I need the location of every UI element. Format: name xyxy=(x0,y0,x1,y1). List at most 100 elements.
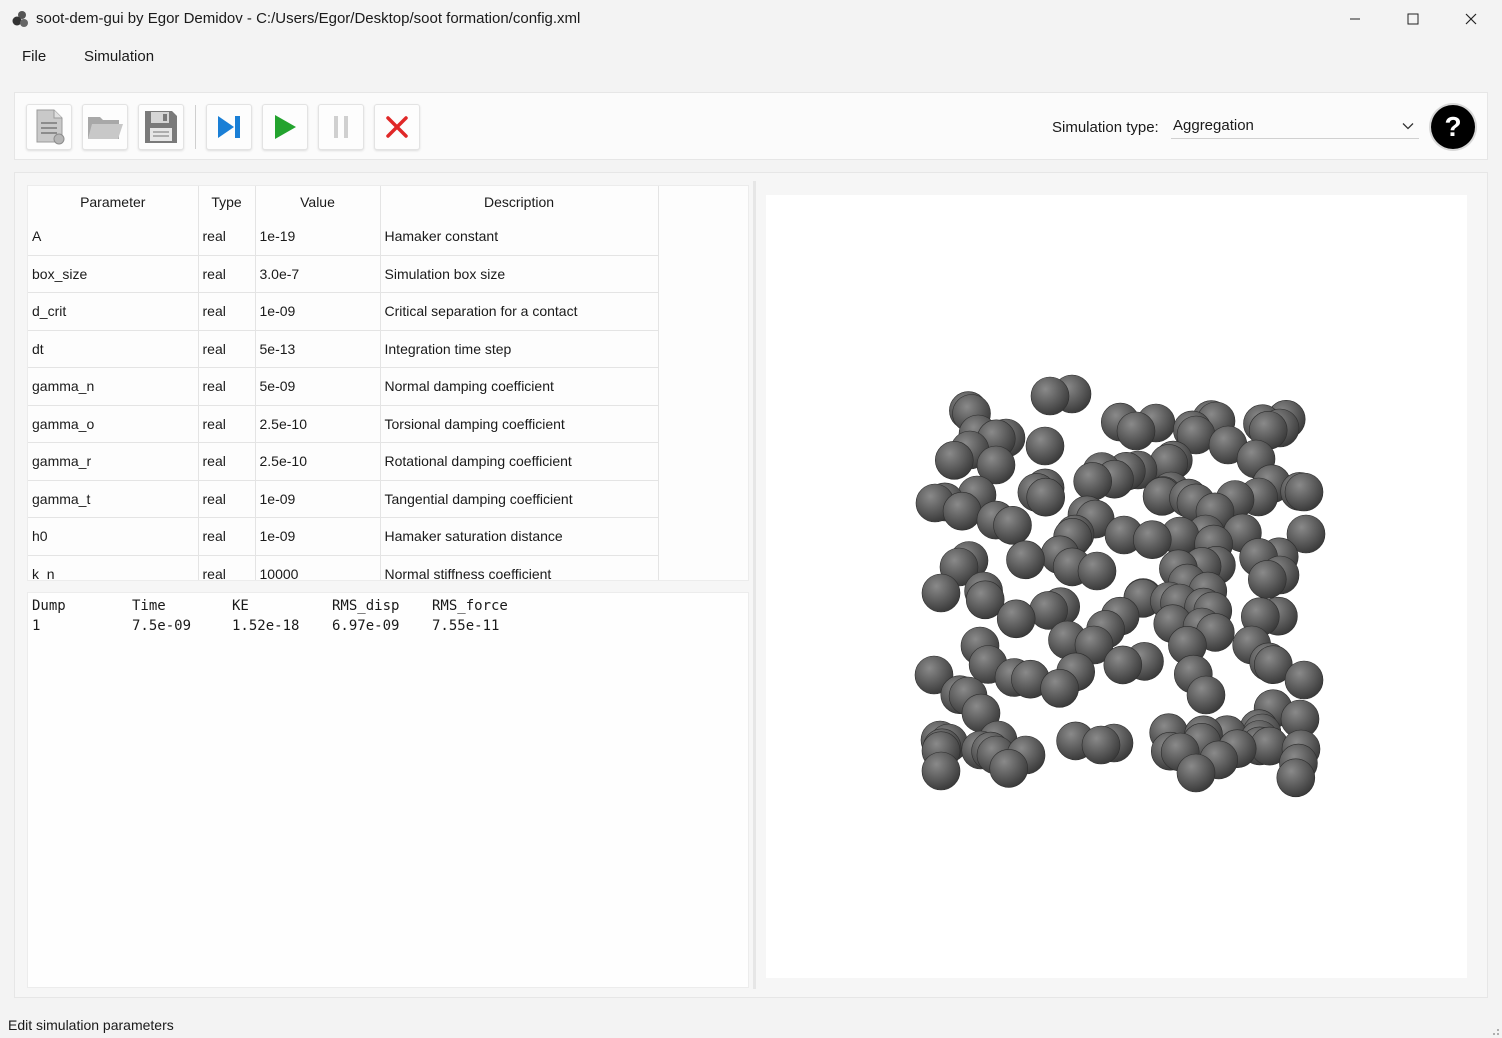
particle-group xyxy=(914,374,1326,798)
resize-grip-icon[interactable] xyxy=(1488,1024,1500,1036)
chevron-down-icon xyxy=(1402,123,1414,130)
param-value-cell[interactable]: 1e-09 xyxy=(255,292,381,331)
param-name-cell[interactable]: gamma_t xyxy=(28,480,199,518)
play-button[interactable] xyxy=(262,104,308,150)
param-description-cell[interactable]: Simulation box size xyxy=(380,255,659,293)
pause-button[interactable] xyxy=(318,104,364,150)
stop-button[interactable] xyxy=(374,104,420,150)
particle xyxy=(942,491,982,531)
param-description-cell[interactable]: Hamaker constant xyxy=(380,218,659,256)
log-rms-force-cell: 7.55e-11 xyxy=(432,618,500,634)
table-row[interactable]: gamma_t real 1e-09 Tangential damping co… xyxy=(28,480,659,518)
table-row[interactable]: gamma_o real 2.5e-10 Torsional damping c… xyxy=(28,405,659,443)
step-button[interactable] xyxy=(206,104,252,150)
particle xyxy=(1176,753,1216,793)
log-row: 1 7.5e-09 1.52e-18 6.97e-09 7.55e-11 xyxy=(32,618,499,730)
param-type-cell[interactable]: real xyxy=(198,555,256,580)
param-value-cell[interactable]: 1e-09 xyxy=(255,517,381,556)
param-description-cell[interactable]: Tangential damping coefficient xyxy=(380,480,659,518)
column-header-description[interactable]: Description xyxy=(380,186,659,218)
param-name-cell[interactable]: gamma_n xyxy=(28,367,199,406)
toolbar-separator xyxy=(195,105,196,149)
param-description-cell[interactable]: Integration time step xyxy=(380,330,659,368)
param-value-cell[interactable]: 10000 xyxy=(255,555,381,580)
particle-render[interactable] xyxy=(766,195,1467,978)
particle-viewer[interactable] xyxy=(766,195,1467,978)
table-row[interactable]: box_size real 3.0e-7 Simulation box size xyxy=(28,255,659,293)
table-row[interactable]: A real 1e-19 Hamaker constant xyxy=(28,218,659,256)
param-type-cell[interactable]: real xyxy=(198,330,256,368)
param-name-cell[interactable]: gamma_o xyxy=(28,405,199,443)
table-row[interactable]: gamma_r real 2.5e-10 Rotational damping … xyxy=(28,442,659,481)
table-row[interactable]: h0 real 1e-09 Hamaker saturation distanc… xyxy=(28,517,659,556)
param-value-cell[interactable]: 2.5e-10 xyxy=(255,442,381,481)
param-name-cell[interactable]: box_size xyxy=(28,255,199,293)
menu-bar: File Simulation xyxy=(0,38,1502,78)
particle xyxy=(1276,758,1316,798)
particle xyxy=(1025,426,1065,466)
minimize-button[interactable] xyxy=(1326,0,1384,38)
param-name-cell[interactable]: dt xyxy=(28,330,199,368)
param-type-cell[interactable]: real xyxy=(198,480,256,518)
close-icon xyxy=(1465,13,1477,25)
particle xyxy=(1284,472,1324,512)
table-header-row: Parameter Type Value Description xyxy=(28,186,659,218)
param-value-cell[interactable]: 3.0e-7 xyxy=(255,255,381,293)
panel-splitter[interactable] xyxy=(753,181,756,989)
particle xyxy=(1077,551,1117,591)
param-type-cell[interactable]: real xyxy=(198,442,256,481)
particle xyxy=(1116,411,1156,451)
param-description-cell[interactable]: Torsional damping coefficient xyxy=(380,405,659,443)
log-header-rms-force: RMS_force xyxy=(432,598,508,614)
column-header-value[interactable]: Value xyxy=(255,186,381,218)
param-name-cell[interactable]: k_n xyxy=(28,555,199,580)
table-row[interactable]: gamma_n real 5e-09 Normal damping coeffi… xyxy=(28,367,659,406)
param-value-cell[interactable]: 1e-09 xyxy=(255,480,381,518)
new-file-button[interactable] xyxy=(26,104,72,150)
param-type-cell[interactable]: real xyxy=(198,367,256,406)
window-title: soot-dem-gui by Egor Demidov - C:/Users/… xyxy=(36,10,581,27)
particle xyxy=(1073,462,1113,501)
param-type-cell[interactable]: real xyxy=(198,405,256,443)
save-button[interactable] xyxy=(138,104,184,150)
new-file-icon xyxy=(36,109,65,145)
help-button[interactable]: ? xyxy=(1431,105,1475,149)
simulation-type-select[interactable]: Aggregation xyxy=(1171,115,1419,139)
app-icon xyxy=(12,11,28,27)
status-text: Edit simulation parameters xyxy=(8,1017,174,1033)
maximize-button[interactable] xyxy=(1384,0,1442,38)
table-row[interactable]: dt real 5e-13 Integration time step xyxy=(28,330,659,368)
param-name-cell[interactable]: gamma_r xyxy=(28,442,199,481)
column-header-parameter[interactable]: Parameter xyxy=(28,186,199,218)
param-value-cell[interactable]: 1e-19 xyxy=(255,218,381,256)
minimize-icon xyxy=(1350,18,1360,20)
particle xyxy=(935,440,974,480)
param-description-cell[interactable]: Critical separation for a contact xyxy=(380,292,659,331)
close-window-button[interactable] xyxy=(1442,0,1500,38)
particle xyxy=(1081,725,1121,765)
param-description-cell[interactable]: Hamaker saturation distance xyxy=(380,517,659,556)
open-button[interactable] xyxy=(82,104,128,150)
param-type-cell[interactable]: real xyxy=(198,517,256,556)
simulation-type-value: Aggregation xyxy=(1173,117,1254,134)
param-value-cell[interactable]: 2.5e-10 xyxy=(255,405,381,443)
table-row[interactable]: k_n real 10000 Normal stiffness coeffici… xyxy=(28,555,659,580)
param-type-cell[interactable]: real xyxy=(198,218,256,256)
menu-simulation[interactable]: Simulation xyxy=(84,48,154,65)
main-panel: Parameter Type Value Description A real … xyxy=(14,172,1488,998)
table-row[interactable]: d_crit real 1e-09 Critical separation fo… xyxy=(28,292,659,331)
param-description-cell[interactable]: Normal stiffness coefficient xyxy=(380,555,659,580)
menu-file[interactable]: File xyxy=(22,48,46,65)
param-name-cell[interactable]: A xyxy=(28,218,199,256)
param-value-cell[interactable]: 5e-09 xyxy=(255,367,381,406)
param-type-cell[interactable]: real xyxy=(198,292,256,331)
param-description-cell[interactable]: Rotational damping coefficient xyxy=(380,442,659,481)
column-header-type[interactable]: Type xyxy=(198,186,256,218)
param-type-cell[interactable]: real xyxy=(198,255,256,293)
param-value-cell[interactable]: 5e-13 xyxy=(255,330,381,368)
param-description-cell[interactable]: Normal damping coefficient xyxy=(380,367,659,406)
particle xyxy=(989,749,1028,788)
param-name-cell[interactable]: d_crit xyxy=(28,292,199,331)
param-name-cell[interactable]: h0 xyxy=(28,517,199,556)
particle xyxy=(921,573,961,613)
